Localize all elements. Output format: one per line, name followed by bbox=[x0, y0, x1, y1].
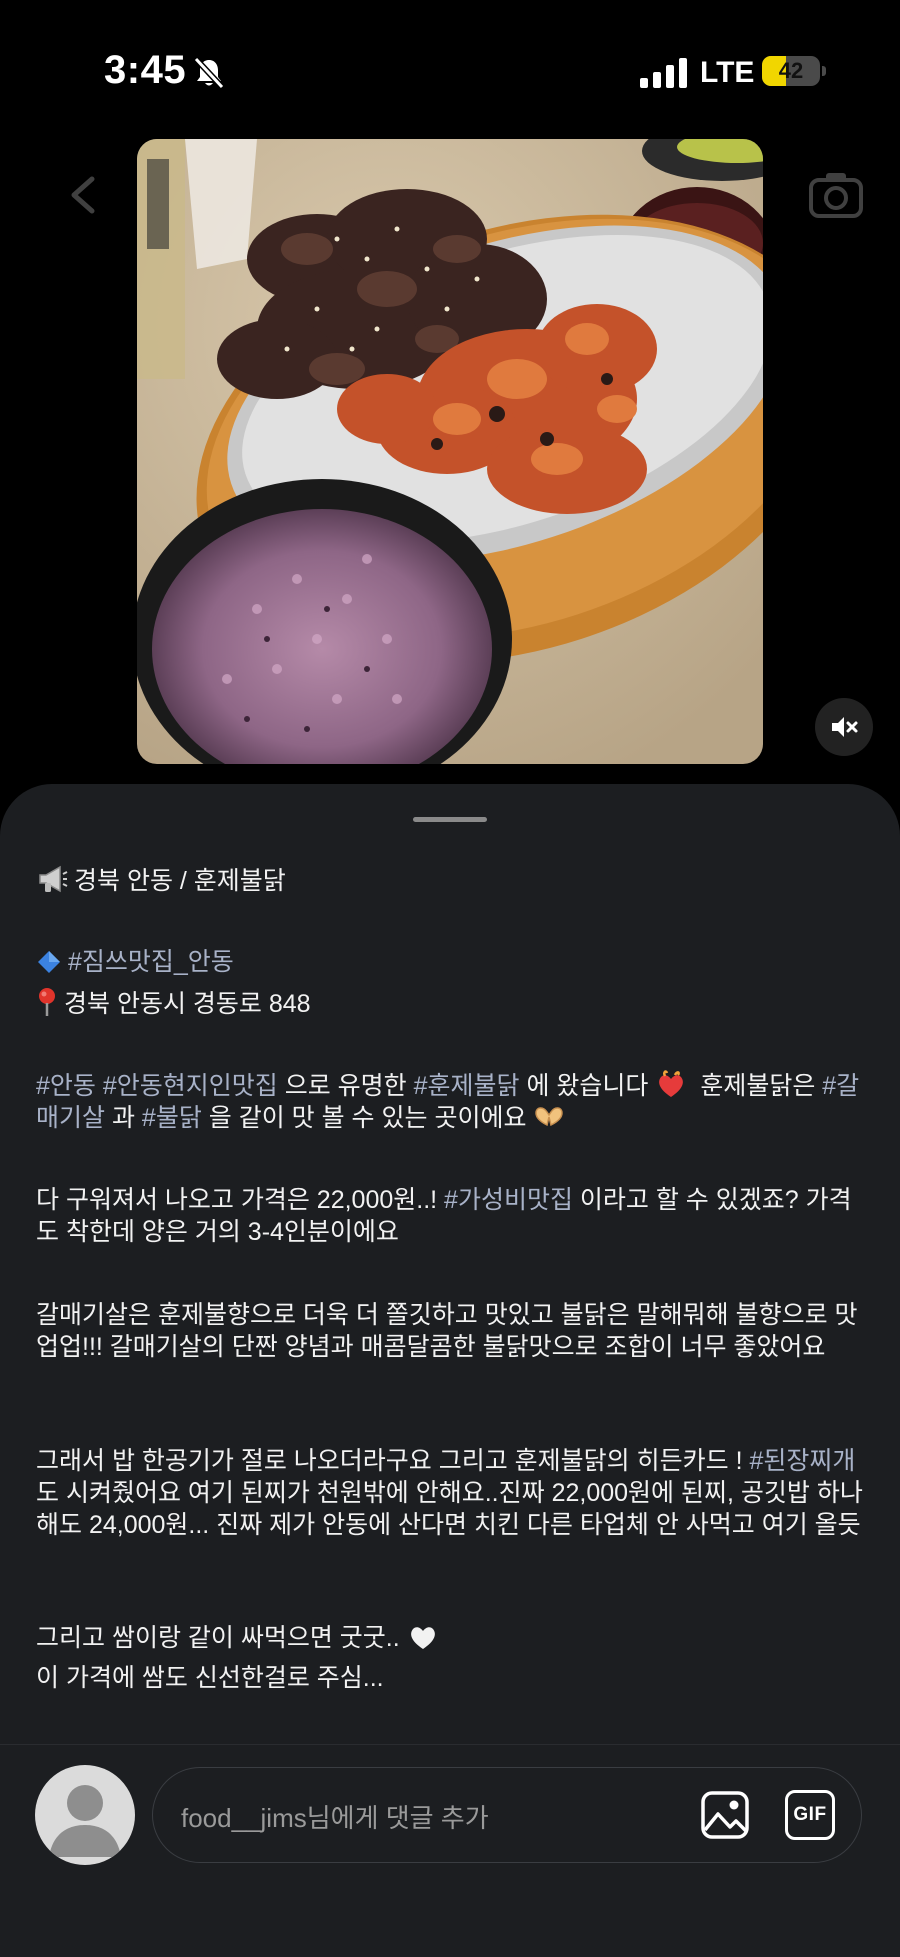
caption-text: 으로 유명한 bbox=[277, 1072, 414, 1100]
food-image bbox=[137, 139, 763, 764]
battery-cap bbox=[822, 66, 826, 76]
mute-button[interactable] bbox=[815, 698, 873, 756]
gif-button[interactable]: GIF bbox=[785, 1790, 835, 1840]
mute-icon bbox=[832, 717, 858, 737]
caption-text: 도 시켜줬어요 여기 된찌가 천원밖에 안해요..진짜 22,000원에 된찌,… bbox=[36, 1479, 863, 1539]
caption-text: 에 왔습니다 bbox=[519, 1072, 649, 1100]
pin-icon bbox=[39, 988, 55, 1016]
hashtag-link[interactable]: #훈제불닭 bbox=[414, 1072, 520, 1100]
caption-text: 그래서 밥 한공기가 절로 나오더라구요 그리고 훈제불닭의 히든카드 ! bbox=[36, 1447, 750, 1475]
paragraph-1: #안동 #안동현지인맛집 으로 유명한 #훈제불닭 에 왔습니다 훈제불닭은 #… bbox=[36, 1069, 866, 1134]
back-arrow-icon[interactable] bbox=[68, 175, 98, 215]
network-label: LTE bbox=[700, 56, 755, 89]
hashtag-link[interactable]: #짐쓰맛집_안동 bbox=[68, 948, 234, 976]
hashtag-link[interactable]: #된장찌개 bbox=[749, 1447, 855, 1475]
heart-on-fire-icon bbox=[659, 1070, 684, 1097]
screen: 3:45 LTE 42 경북 안동 / 훈제불닭 #짐쓰맛집_안동 경북 안동시… bbox=[0, 0, 900, 1957]
caption-text: 을 같이 맛 볼 수 있는 곳이에요 bbox=[201, 1104, 527, 1132]
status-bar: 3:45 LTE 42 bbox=[0, 0, 900, 140]
caption-text: 훈제불닭은 bbox=[693, 1072, 823, 1100]
battery-icon: 42 bbox=[762, 56, 820, 86]
post-photo[interactable] bbox=[137, 139, 763, 764]
signal-icon bbox=[640, 58, 687, 88]
bell-off-icon bbox=[193, 56, 225, 90]
comment-input[interactable]: food__jims님에게 댓글 추가 GIF bbox=[152, 1767, 862, 1863]
paragraph-2: 다 구워져서 나오고 가격은 22,000원..! #가성비맛집 이라고 할 수… bbox=[36, 1184, 866, 1248]
camera-icon[interactable] bbox=[808, 170, 864, 220]
hashtag-link[interactable]: #안동 bbox=[36, 1072, 96, 1100]
blue-diamond-icon bbox=[38, 951, 60, 973]
comment-bar: food__jims님에게 댓글 추가 GIF bbox=[0, 1744, 900, 1957]
heart-hands-icon bbox=[535, 1107, 564, 1127]
location-header: 경북 안동 / 훈제불닭 bbox=[74, 867, 286, 895]
paragraph-5-line-1: 그리고 쌈이랑 같이 싸먹으면 굿굿.. bbox=[36, 1621, 866, 1654]
sheet-grabber[interactable] bbox=[413, 817, 487, 822]
caption-text: 그리고 쌈이랑 같이 싸먹으면 굿굿.. bbox=[36, 1624, 400, 1652]
hashtag-link[interactable]: #안동현지인맛집 bbox=[103, 1072, 278, 1100]
hashtag-link[interactable]: #가성비맛집 bbox=[444, 1186, 573, 1214]
status-time: 3:45 bbox=[104, 48, 187, 92]
hashtag-line: #짐쓰맛집_안동 bbox=[36, 946, 866, 978]
location-header-line: 경북 안동 / 훈제불닭 bbox=[36, 864, 866, 897]
address-text: 경북 안동시 경동로 848 bbox=[64, 990, 311, 1018]
white-heart-icon bbox=[410, 1627, 435, 1649]
default-avatar-icon bbox=[49, 1785, 121, 1857]
megaphone-icon bbox=[39, 865, 68, 893]
battery-level: 42 bbox=[778, 58, 804, 83]
image-icon[interactable] bbox=[700, 1790, 750, 1840]
comment-placeholder: food__jims님에게 댓글 추가 bbox=[181, 1803, 489, 1833]
paragraph-5-line-2: 이 가격에 쌈도 신선한걸로 주심... bbox=[36, 1664, 384, 1692]
avatar[interactable] bbox=[35, 1765, 135, 1865]
caption-text: 과 bbox=[105, 1104, 142, 1132]
caption-text: 다 구워져서 나오고 가격은 22,000원..! bbox=[36, 1186, 445, 1214]
paragraph-3: 갈매기살은 훈제불향으로 더욱 더 쫄깃하고 맛있고 불닭은 말해뭐해 불향으로… bbox=[36, 1301, 858, 1361]
paragraph-4: 그래서 밥 한공기가 절로 나오더라구요 그리고 훈제불닭의 히든카드 ! #된… bbox=[36, 1445, 866, 1541]
hashtag-link[interactable]: #불닭 bbox=[142, 1104, 202, 1132]
address-line: 경북 안동시 경동로 848 bbox=[36, 987, 866, 1020]
